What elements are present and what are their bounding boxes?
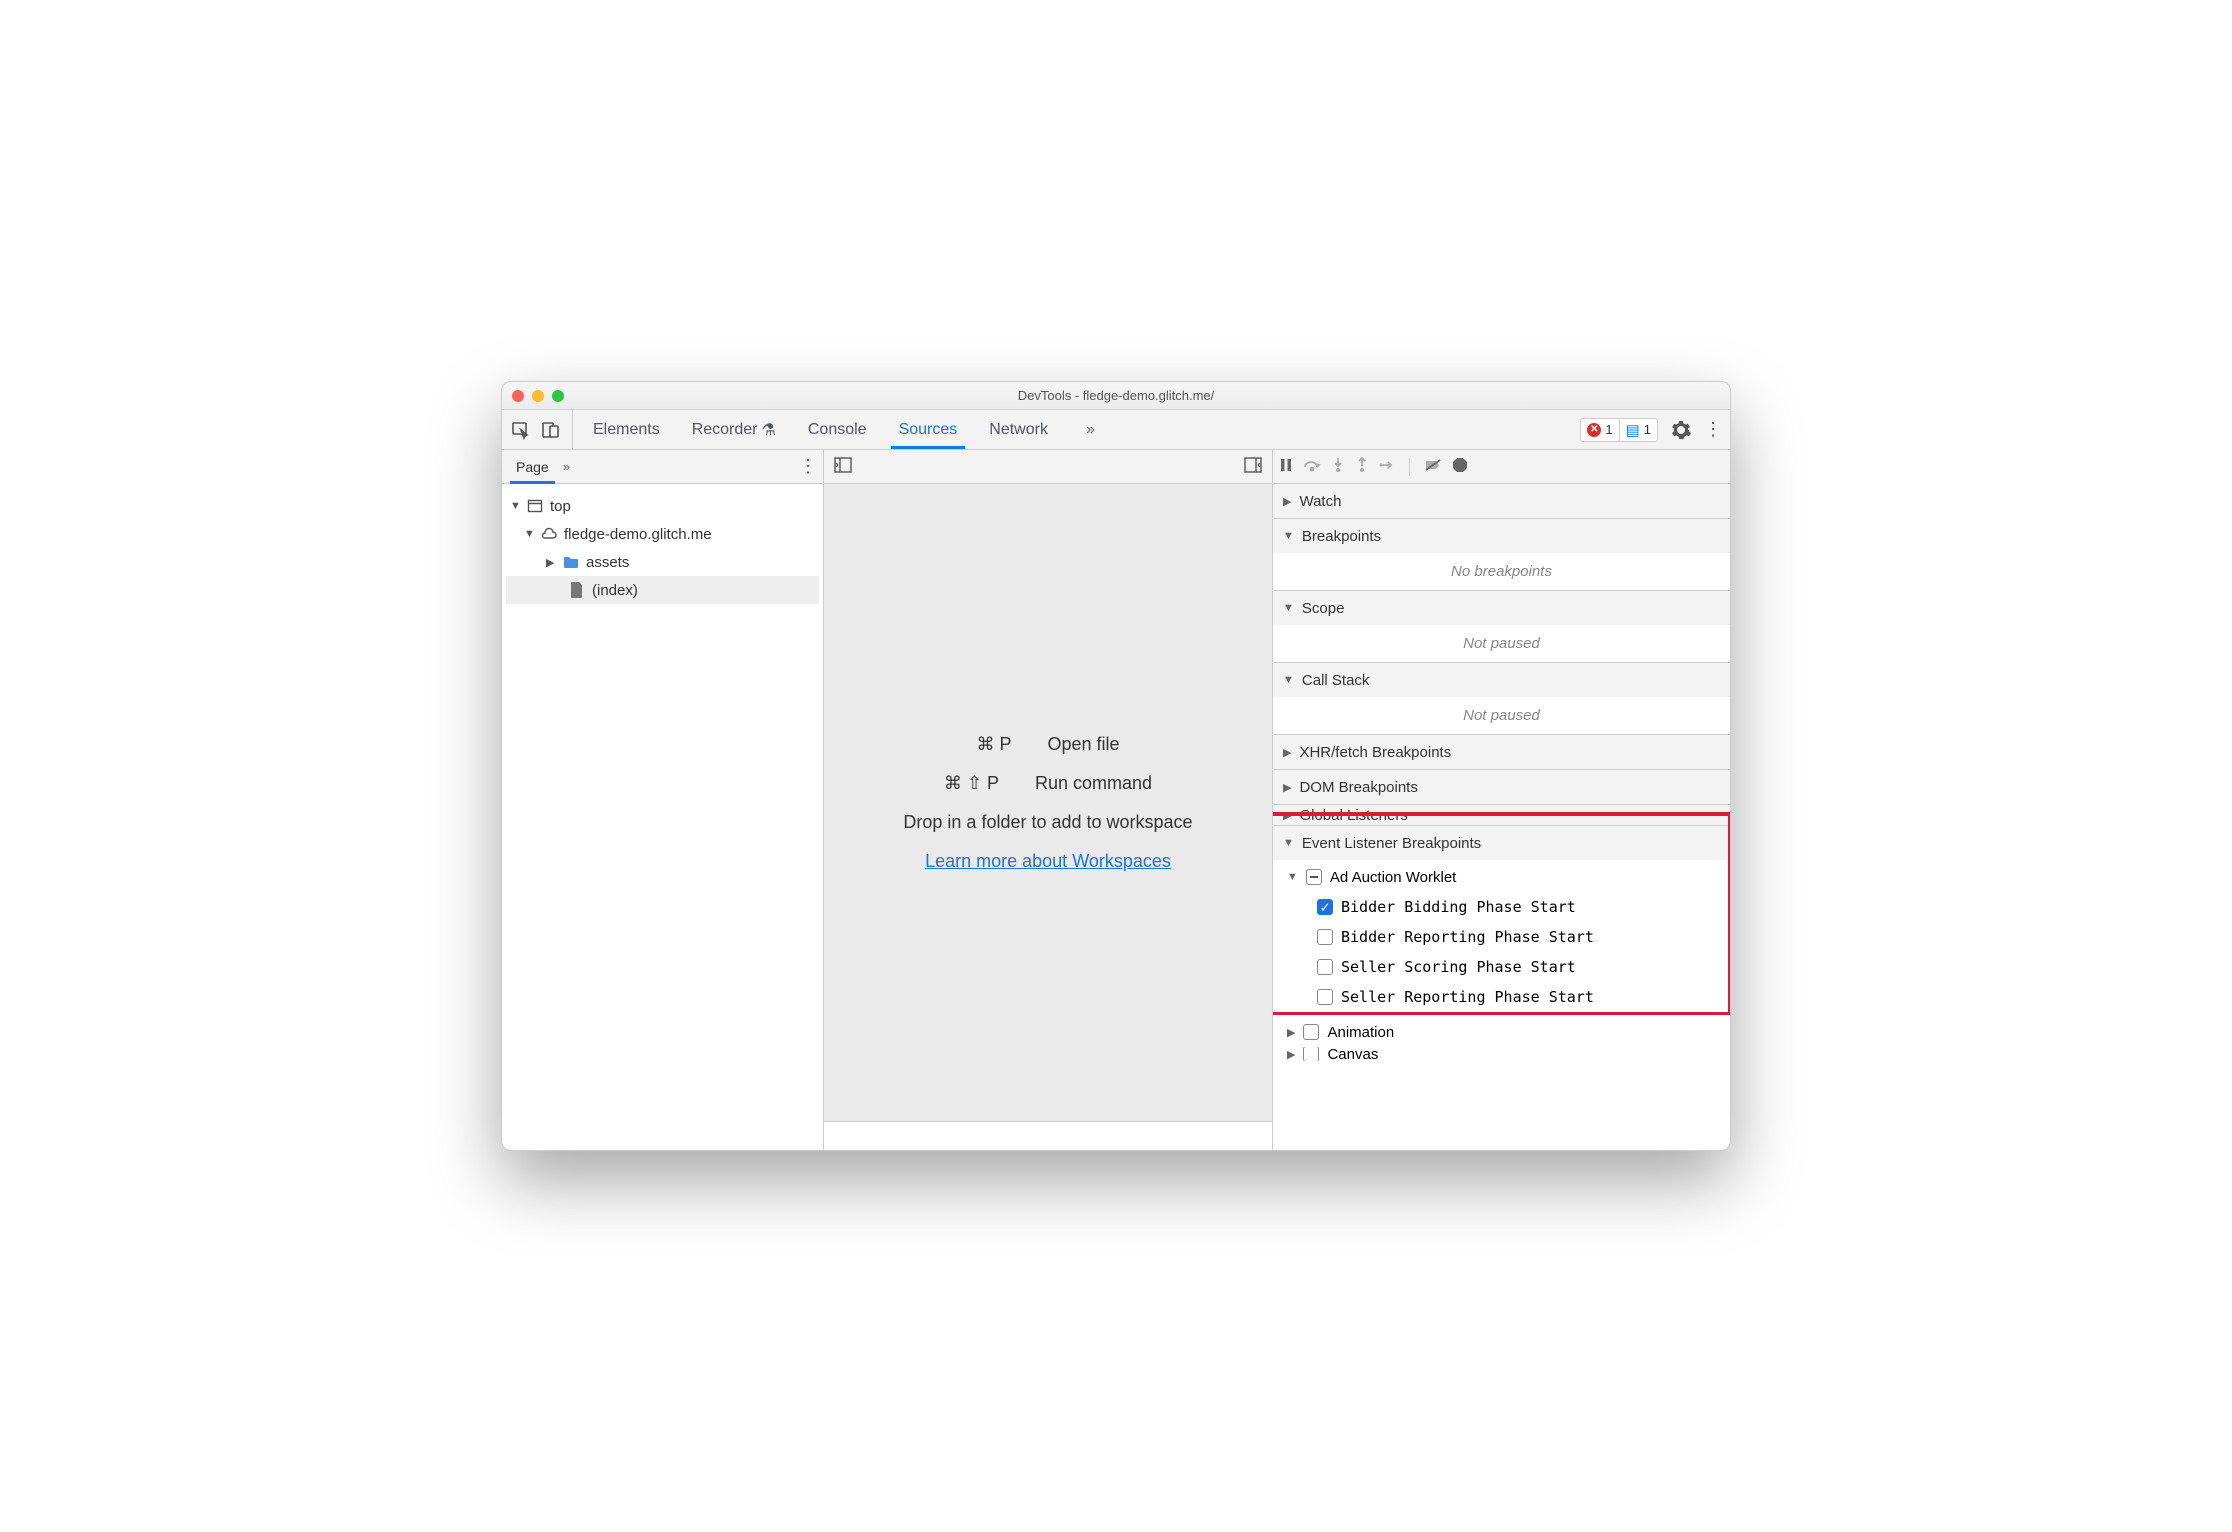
tree-folder-label: assets [586, 554, 629, 571]
tree-file-index[interactable]: (index) [506, 576, 819, 604]
checkbox-icon[interactable] [1317, 929, 1333, 945]
open-file-hint: ⌘ P Open file [976, 734, 1119, 755]
cloud-icon [540, 525, 558, 543]
show-navigator-icon[interactable] [834, 457, 852, 476]
titlebar: DevTools - fledge-demo.glitch.me/ [502, 382, 1730, 410]
error-icon: ✕ [1587, 423, 1601, 437]
window-title: DevTools - fledge-demo.glitch.me/ [502, 388, 1730, 403]
folder-icon [562, 553, 580, 571]
editor-footer [824, 1122, 1272, 1150]
step-icon[interactable] [1379, 458, 1395, 475]
navigator-more-icon[interactable]: » [563, 459, 570, 474]
section-breakpoints[interactable]: ▼Breakpoints [1273, 519, 1730, 553]
tab-console[interactable]: Console [792, 410, 883, 449]
errors-badge[interactable]: ✕ 1 [1581, 419, 1619, 441]
content-area: Page » ⋮ ▼ top ▼ fledge-demo.glitch.me ▶ [502, 450, 1730, 1150]
checkbox-icon[interactable] [1303, 1047, 1319, 1061]
step-out-icon[interactable] [1355, 457, 1369, 476]
checkbox-checked-icon[interactable]: ✓ [1317, 899, 1333, 915]
editor-panel: ⌘ P Open file ⌘ ⇧ P Run command Drop in … [824, 450, 1272, 1150]
callstack-empty: Not paused [1273, 697, 1730, 734]
debugger-panel: ▶Watch ▼Breakpoints No breakpoints ▼Scop… [1272, 450, 1730, 1150]
checkbox-icon[interactable] [1317, 959, 1333, 975]
tab-recorder[interactable]: Recorder ⚗ [676, 410, 792, 449]
tree-origin[interactable]: ▼ fledge-demo.glitch.me [506, 520, 819, 548]
show-debugger-icon[interactable] [1244, 457, 1262, 476]
workspaces-learn-more-link[interactable]: Learn more about Workspaces [925, 851, 1171, 872]
gear-icon[interactable] [1670, 419, 1692, 441]
frame-icon [526, 497, 544, 515]
scope-empty: Not paused [1273, 625, 1730, 662]
message-icon: ▤ [1626, 421, 1640, 439]
breakpoints-empty: No breakpoints [1273, 553, 1730, 590]
flask-icon: ⚗ [762, 420, 776, 440]
inspect-icon[interactable] [510, 419, 532, 441]
checkbox-mixed-icon[interactable] [1306, 869, 1322, 885]
section-callstack[interactable]: ▼Call Stack [1273, 663, 1730, 697]
section-event-listener-breakpoints[interactable]: ▼Event Listener Breakpoints [1273, 826, 1730, 860]
more-tabs-icon[interactable]: » [1070, 410, 1111, 449]
messages-badge[interactable]: ▤ 1 [1620, 419, 1657, 441]
file-icon [568, 581, 586, 599]
main-toolbar: Elements Recorder ⚗ Console Sources Netw… [502, 410, 1730, 450]
checkbox-icon[interactable] [1303, 1024, 1319, 1040]
navigator-panel: Page » ⋮ ▼ top ▼ fledge-demo.glitch.me ▶ [502, 450, 824, 1150]
device-toggle-icon[interactable] [540, 419, 562, 441]
event-category-ad-auction[interactable]: ▼ Ad Auction Worklet [1273, 862, 1730, 892]
tab-elements[interactable]: Elements [577, 410, 676, 449]
event-bidder-reporting-start[interactable]: Bidder Reporting Phase Start [1273, 922, 1730, 952]
navigator-menu-icon[interactable]: ⋮ [799, 456, 815, 477]
navigator-tab-page[interactable]: Page [510, 459, 555, 475]
tab-sources[interactable]: Sources [883, 410, 974, 449]
event-seller-reporting-start[interactable]: Seller Reporting Phase Start [1273, 982, 1730, 1012]
deactivate-breakpoints-icon[interactable] [1424, 458, 1442, 475]
event-seller-scoring-start[interactable]: Seller Scoring Phase Start [1273, 952, 1730, 982]
tree-top-label: top [550, 498, 571, 515]
pause-icon[interactable] [1279, 458, 1293, 475]
section-dom-breakpoints[interactable]: ▶DOM Breakpoints [1273, 770, 1730, 804]
event-category-canvas[interactable]: ▶ Canvas [1273, 1047, 1730, 1061]
section-watch[interactable]: ▶Watch [1273, 484, 1730, 518]
section-xhr-breakpoints[interactable]: ▶XHR/fetch Breakpoints [1273, 735, 1730, 769]
tree-origin-label: fledge-demo.glitch.me [564, 526, 712, 543]
pause-on-exceptions-icon[interactable] [1452, 457, 1468, 476]
file-tree: ▼ top ▼ fledge-demo.glitch.me ▶ assets (… [502, 484, 823, 612]
tree-top[interactable]: ▼ top [506, 492, 819, 520]
run-command-hint: ⌘ ⇧ P Run command [944, 773, 1152, 794]
step-over-icon[interactable] [1303, 458, 1321, 475]
tree-folder-assets[interactable]: ▶ assets [506, 548, 819, 576]
event-category-animation[interactable]: ▶ Animation [1273, 1017, 1730, 1047]
event-bidder-bidding-start[interactable]: ✓ Bidder Bidding Phase Start [1273, 892, 1730, 922]
section-scope[interactable]: ▼Scope [1273, 591, 1730, 625]
debugger-controls [1273, 450, 1730, 484]
tree-file-label: (index) [592, 582, 638, 599]
workspace-drop-hint: Drop in a folder to add to workspace [903, 812, 1192, 833]
checkbox-icon[interactable] [1317, 989, 1333, 1005]
tab-network[interactable]: Network [973, 410, 1064, 449]
issues-badges[interactable]: ✕ 1 ▤ 1 [1580, 418, 1658, 442]
devtools-window: DevTools - fledge-demo.glitch.me/ Elemen… [501, 381, 1731, 1151]
kebab-menu-icon[interactable]: ⋮ [1704, 419, 1722, 440]
step-into-icon[interactable] [1331, 457, 1345, 476]
section-global-listeners[interactable]: ▶Global Listeners [1273, 805, 1730, 825]
